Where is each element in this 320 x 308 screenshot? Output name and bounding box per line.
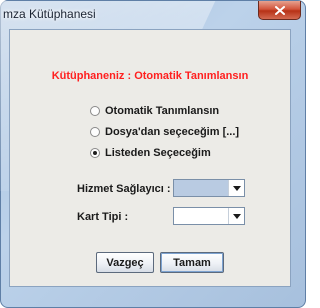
dialog-content: Kütüphaneniz : Otomatik Tanımlansın Otom… [9, 29, 291, 287]
option-from-file-label: Dosya'dan seçeceğim [...] [105, 126, 240, 138]
option-automatic-label: Otomatik Tanımlansın [105, 105, 220, 117]
radio-from-file[interactable] [90, 127, 100, 137]
provider-dropdown-button[interactable] [228, 180, 244, 196]
close-button[interactable] [258, 1, 301, 20]
cancel-button[interactable]: Vazgeç [96, 252, 154, 273]
status-heading: Kütüphaneniz : Otomatik Tanımlansın [51, 70, 249, 82]
provider-label: Hizmet Sağlayıcı : [77, 183, 171, 195]
chevron-down-icon [232, 213, 241, 219]
radio-from-list[interactable] [90, 148, 100, 158]
radio-automatic[interactable] [90, 106, 100, 116]
radio-selected-dot [93, 151, 97, 155]
card-type-dropdown-button[interactable] [228, 208, 244, 224]
ok-button[interactable]: Tamam [160, 252, 224, 273]
option-automatic[interactable]: Otomatik Tanımlansın [90, 105, 219, 117]
chevron-down-icon [232, 185, 241, 191]
option-from-list[interactable]: Listeden Seçeceğim [90, 147, 211, 159]
close-icon [274, 5, 285, 15]
option-from-file[interactable]: Dosya'dan seçeceğim [...] [90, 126, 239, 138]
window-title: mza Kütüphanesi [3, 7, 96, 21]
card-type-label: Kart Tipi : [77, 211, 129, 223]
provider-select[interactable] [173, 179, 245, 197]
title-bar[interactable]: mza Kütüphanesi [1, 1, 307, 27]
dialog-window: mza Kütüphanesi Kütüphaneniz : Otomatik … [0, 0, 306, 308]
option-from-list-label: Listeden Seçeceğim [105, 147, 211, 159]
card-type-select[interactable] [173, 207, 245, 225]
